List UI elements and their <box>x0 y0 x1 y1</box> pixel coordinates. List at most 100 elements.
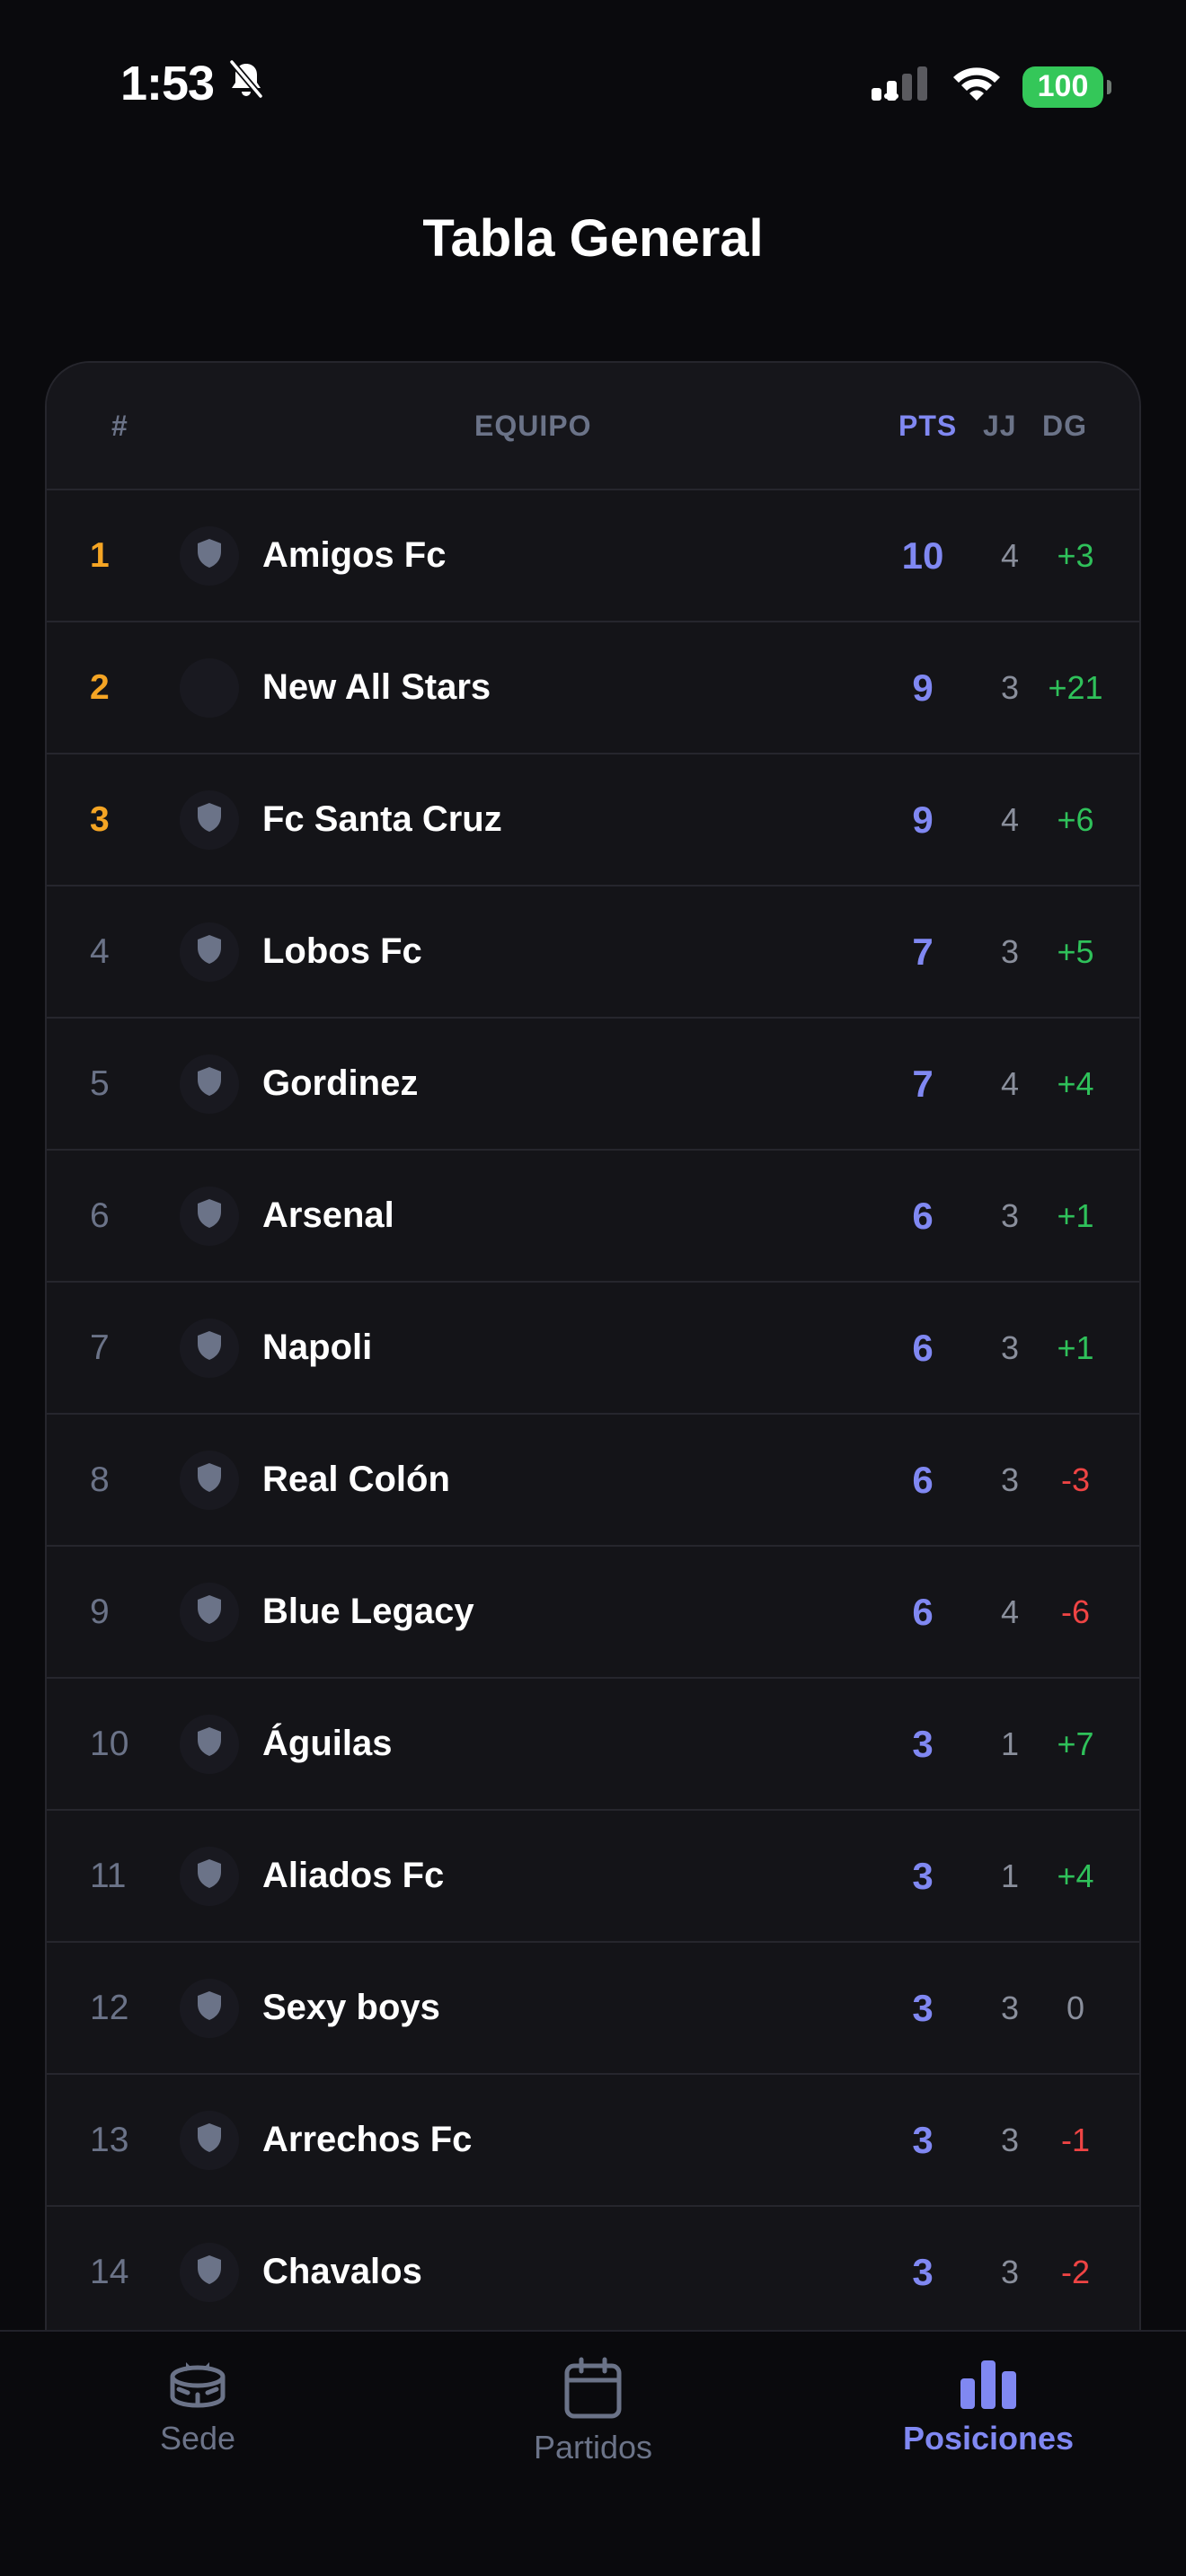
table-row[interactable]: 3 Fc Santa Cruz 9 4 +6 <box>47 754 1139 887</box>
team-name: Chavalos <box>262 2252 422 2291</box>
row-rank: 10 <box>90 1724 129 1763</box>
team-name: Amigos Fc <box>262 535 447 575</box>
team-games-played: 3 <box>1000 932 1020 970</box>
team-badge <box>178 1019 241 1149</box>
tab-sede[interactable]: Sede <box>63 2357 332 2457</box>
team-goal-difference: -1 <box>1060 2121 1090 2158</box>
tab-posiciones[interactable]: Posiciones <box>854 2357 1123 2457</box>
team-games-played: 4 <box>1000 1592 1020 1630</box>
team-points: 3 <box>912 1854 934 1897</box>
table-row[interactable]: 7 Napoli 6 3 +1 <box>47 1283 1139 1415</box>
team-badge-circle <box>180 1582 239 1642</box>
team-badge <box>178 1283 241 1413</box>
team-goal-difference: +3 <box>1057 536 1094 574</box>
row-rank: 14 <box>90 2252 129 2291</box>
team-badge-circle <box>180 922 239 982</box>
status-right: 100 <box>872 65 1111 109</box>
team-goal-difference: +21 <box>1048 668 1103 706</box>
team-points: 6 <box>912 1326 934 1369</box>
team-games-played: 3 <box>1000 1196 1020 1234</box>
shield-icon <box>196 1990 223 2025</box>
row-rank: 3 <box>90 799 110 839</box>
team-games-played: 3 <box>1000 668 1020 706</box>
bar-chart-icon <box>959 2357 1018 2411</box>
team-badge-circle <box>180 1318 239 1378</box>
table-row[interactable]: 9 Blue Legacy 6 4 -6 <box>47 1547 1139 1679</box>
team-badge-circle <box>180 525 239 586</box>
tab-bar: Sede Partidos Posiciones <box>0 2330 1186 2576</box>
row-rank: 11 <box>90 1856 127 1895</box>
shield-icon <box>196 934 223 969</box>
stadium-icon <box>166 2357 229 2411</box>
team-goal-difference: +4 <box>1057 1064 1094 1102</box>
team-badge-circle <box>180 1714 239 1774</box>
table-row[interactable]: 6 Arsenal 6 3 +1 <box>47 1151 1139 1283</box>
table-row[interactable]: 13 Arrechos Fc 3 3 -1 <box>47 2075 1139 2207</box>
team-badge-circle <box>180 790 239 850</box>
status-bar: 1:53 100 <box>0 0 1186 171</box>
team-badge-circle <box>180 1054 239 1114</box>
shield-icon <box>196 1198 223 1233</box>
team-points: 6 <box>912 1458 934 1501</box>
team-badge <box>178 754 241 885</box>
team-goal-difference: 0 <box>1066 1989 1085 2026</box>
team-badge <box>178 1415 241 1545</box>
status-time-group: 1:53 <box>120 56 266 111</box>
team-badge <box>178 1151 241 1281</box>
shield-icon <box>196 1330 223 1365</box>
header-games-played: JJ <box>983 410 1017 442</box>
shield-icon <box>196 2254 223 2289</box>
table-row[interactable]: 8 Real Colón 6 3 -3 <box>47 1415 1139 1547</box>
header-points: PTS <box>898 410 958 442</box>
team-badge <box>178 1547 241 1677</box>
tab-sede-label: Sede <box>159 2420 236 2457</box>
table-row[interactable]: 1 Amigos Fc 10 4 +3 <box>47 490 1139 622</box>
team-name: Fc Santa Cruz <box>262 799 502 839</box>
team-name: Águilas <box>262 1724 393 1763</box>
team-points: 6 <box>912 1194 934 1237</box>
standings-screen: 1:53 100 Tabla General # EQUIPO PTS JJ D… <box>0 0 1186 2576</box>
row-rank: 8 <box>90 1460 110 1499</box>
tab-partidos[interactable]: Partidos <box>458 2357 728 2466</box>
team-badge <box>178 1811 241 1941</box>
table-row[interactable]: 2 New All Stars 9 3 +21 <box>47 622 1139 754</box>
team-games-played: 3 <box>1000 1328 1020 1366</box>
team-badge <box>178 490 241 621</box>
team-name: New All Stars <box>262 667 491 707</box>
team-points: 3 <box>912 1722 934 1765</box>
table-row[interactable]: 12 Sexy boys 3 3 0 <box>47 1943 1139 2075</box>
table-row[interactable]: 11 Aliados Fc 3 1 +4 <box>47 1811 1139 1943</box>
table-row[interactable]: 14 Chavalos 3 3 -2 <box>47 2207 1139 2337</box>
table-row[interactable]: 5 Gordinez 7 4 +4 <box>47 1019 1139 1151</box>
team-points: 3 <box>912 2250 934 2293</box>
table-row[interactable]: 10 Águilas 3 1 +7 <box>47 1679 1139 1811</box>
team-points: 3 <box>912 1986 934 2029</box>
team-points: 3 <box>912 2118 934 2161</box>
shield-icon <box>196 2122 223 2157</box>
row-rank: 1 <box>90 535 110 575</box>
shield-icon <box>196 538 223 573</box>
row-rank: 2 <box>90 667 110 707</box>
team-name: Arsenal <box>262 1195 394 1235</box>
team-goal-difference: -2 <box>1060 2253 1090 2290</box>
team-points: 9 <box>912 666 934 709</box>
team-games-played: 4 <box>1000 800 1020 838</box>
team-games-played: 4 <box>1000 536 1020 574</box>
cellular-signal-icon <box>872 65 931 109</box>
shield-icon <box>196 1462 223 1497</box>
team-goal-difference: +7 <box>1057 1725 1094 1762</box>
table-row[interactable]: 4 Lobos Fc 7 3 +5 <box>47 887 1139 1019</box>
team-badge <box>178 1943 241 2073</box>
shield-icon <box>196 1726 223 1761</box>
team-points: 6 <box>912 1590 934 1633</box>
team-badge <box>178 887 241 1017</box>
tab-posiciones-label: Posiciones <box>902 2420 1075 2457</box>
team-games-played: 3 <box>1000 2253 1020 2290</box>
shield-icon <box>196 802 223 837</box>
team-badge-circle <box>180 2242 239 2302</box>
row-rank: 5 <box>90 1063 110 1103</box>
team-games-played: 1 <box>1000 1725 1020 1762</box>
header-goal-difference: DG <box>1042 410 1087 442</box>
battery-indicator: 100 <box>1022 66 1111 108</box>
team-badge <box>178 1679 241 1809</box>
